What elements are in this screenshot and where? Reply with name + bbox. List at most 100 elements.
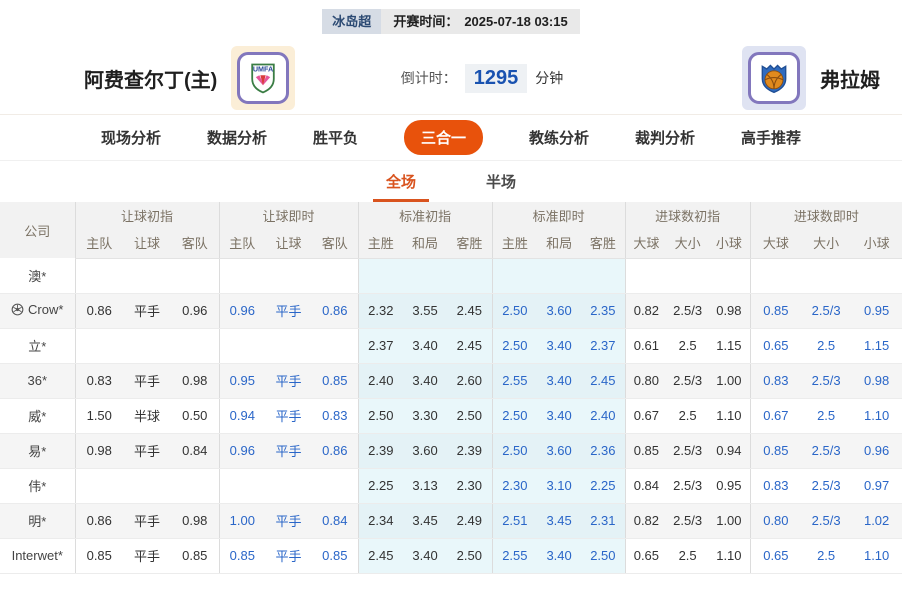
odds-cell: 2.5/3 [667, 363, 708, 398]
odds-cell: 平手 [123, 538, 171, 573]
subtab-1[interactable]: 半场 [473, 162, 529, 202]
odds-cell [312, 328, 358, 363]
odds-cell [403, 258, 447, 293]
odds-cell: 2.25 [581, 468, 625, 503]
odds-cell: 1.50 [75, 398, 123, 433]
odds-cell: 2.30 [492, 468, 537, 503]
odds-cell: 3.40 [537, 363, 581, 398]
odds-table-body: 澳* Crow*0.86平手0.960.96平手0.862.323.552.452… [0, 258, 902, 573]
odds-cell: 2.5 [667, 538, 708, 573]
odds-cell: 3.60 [403, 433, 447, 468]
odds-cell: 平手 [265, 538, 312, 573]
table-row: 澳* [0, 258, 902, 293]
nav-tab-5[interactable]: 裁判分析 [635, 120, 695, 155]
odds-cell: 2.5/3 [667, 433, 708, 468]
odds-cell: 0.96 [171, 293, 219, 328]
odds-table: 公司让球初指让球即时标准初指标准即时进球数初指进球数即时主队让球客队主队让球客队… [0, 202, 902, 574]
odds-cell [667, 258, 708, 293]
group-header-2: 标准初指 [358, 202, 492, 228]
sub-header-0-0: 主队 [75, 228, 123, 258]
odds-cell: 2.5/3 [801, 468, 851, 503]
home-team-logo: UMFA [231, 46, 295, 110]
sub-header-3-0: 主胜 [492, 228, 537, 258]
company-label: 明* [28, 511, 46, 530]
nav-tab-3[interactable]: 三合一 [404, 120, 483, 155]
odds-cell [851, 258, 902, 293]
odds-cell [265, 328, 312, 363]
odds-cell: 0.85 [312, 363, 358, 398]
odds-cell: 2.45 [447, 293, 492, 328]
odds-cell [171, 468, 219, 503]
odds-cell: 0.83 [75, 363, 123, 398]
match-header: 阿费查尔丁(主) UMFA 倒计时： 1295 分钟 [0, 42, 902, 114]
company-label: Crow* [11, 302, 63, 317]
company-label: 澳* [28, 266, 46, 285]
sub-header-0-1: 让球 [123, 228, 171, 258]
sub-header-2-0: 主胜 [358, 228, 403, 258]
odds-cell [312, 468, 358, 503]
odds-cell: 1.10 [708, 398, 750, 433]
odds-cell: 3.60 [537, 293, 581, 328]
odds-cell: 1.10 [708, 538, 750, 573]
company-header: 公司 [0, 202, 75, 258]
odds-cell: 0.97 [851, 468, 902, 503]
away-team-logo [742, 46, 806, 110]
odds-cell: 3.55 [403, 293, 447, 328]
odds-cell: 3.40 [537, 538, 581, 573]
sub-header-3-2: 客胜 [581, 228, 625, 258]
odds-cell: 2.51 [492, 503, 537, 538]
nav-tab-2[interactable]: 胜平负 [313, 120, 358, 155]
odds-cell [625, 258, 667, 293]
sub-header-2-1: 和局 [403, 228, 447, 258]
group-header-0: 让球初指 [75, 202, 219, 228]
odds-cell: 1.15 [708, 328, 750, 363]
odds-cell: 0.65 [750, 538, 801, 573]
group-header-4: 进球数初指 [625, 202, 750, 228]
odds-cell: 2.50 [447, 398, 492, 433]
nav-tab-1[interactable]: 数据分析 [207, 120, 267, 155]
odds-cell: 平手 [123, 433, 171, 468]
odds-cell: 2.39 [358, 433, 403, 468]
sub-header-4-1: 大小 [667, 228, 708, 258]
odds-cell: 0.96 [219, 433, 265, 468]
odds-cell [75, 328, 123, 363]
subtab-0[interactable]: 全场 [373, 162, 429, 202]
odds-cell: 2.5 [801, 328, 851, 363]
nav-tab-6[interactable]: 高手推荐 [741, 120, 801, 155]
odds-cell [123, 468, 171, 503]
odds-cell: 3.40 [403, 363, 447, 398]
odds-cell: 0.84 [312, 503, 358, 538]
odds-cell: 0.85 [750, 433, 801, 468]
nav-tab-4[interactable]: 教练分析 [529, 120, 589, 155]
odds-cell [265, 258, 312, 293]
nav-tab-0[interactable]: 现场分析 [101, 120, 161, 155]
odds-cell: 平手 [265, 363, 312, 398]
company-label: Interwet* [12, 548, 63, 563]
home-crest-icon: UMFA [237, 52, 289, 104]
odds-cell: 0.67 [625, 398, 667, 433]
odds-cell: 1.15 [851, 328, 902, 363]
odds-cell: 3.30 [403, 398, 447, 433]
away-crest-icon [748, 52, 800, 104]
odds-cell: 2.5 [667, 398, 708, 433]
odds-cell [750, 258, 801, 293]
odds-cell: 2.45 [358, 538, 403, 573]
odds-cell [708, 258, 750, 293]
odds-cell: 半球 [123, 398, 171, 433]
odds-cell: 0.85 [750, 293, 801, 328]
kickoff-time: 开赛时间： 2025-07-18 03:15 [381, 9, 579, 34]
odds-cell: 平手 [123, 503, 171, 538]
company-label: 立* [28, 336, 46, 355]
table-row: 立*2.373.402.452.503.402.370.612.51.150.6… [0, 328, 902, 363]
odds-cell: 0.95 [851, 293, 902, 328]
odds-cell: 1.10 [851, 538, 902, 573]
table-row: 威*1.50半球0.500.94平手0.832.503.302.502.503.… [0, 398, 902, 433]
odds-cell [75, 468, 123, 503]
odds-cell: 2.55 [492, 363, 537, 398]
kickoff-value: 2025-07-18 03:15 [464, 15, 567, 28]
league-badge: 冰岛超 [322, 9, 381, 34]
away-team: 弗拉姆 [563, 46, 902, 110]
sub-header-1-1: 让球 [265, 228, 312, 258]
odds-cell: 2.5 [667, 328, 708, 363]
table-row: Crow*0.86平手0.960.96平手0.862.323.552.452.5… [0, 293, 902, 328]
